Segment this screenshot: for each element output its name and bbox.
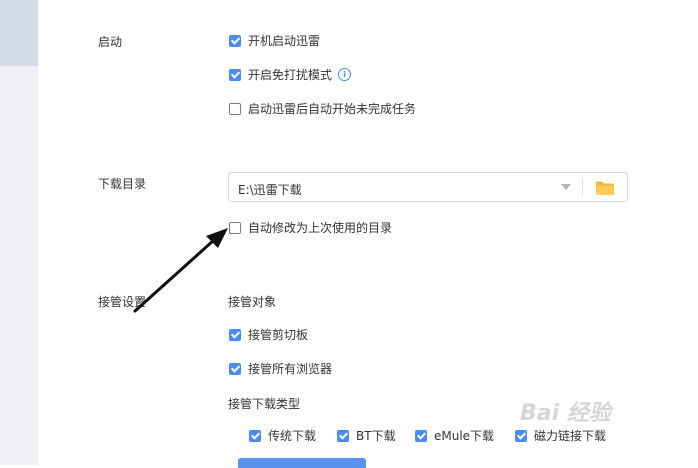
annotation-arrow-icon [133, 228, 228, 313]
